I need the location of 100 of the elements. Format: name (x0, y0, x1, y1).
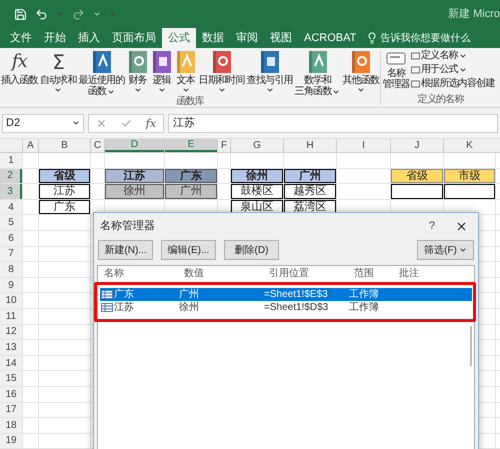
caret-icon (56, 10, 64, 18)
dialog-title: 名称管理器 (100, 218, 155, 234)
scope-cell-text: 工作簿 (349, 288, 380, 302)
value-cell-text: 广州 (179, 288, 200, 302)
list-column-header[interactable]: 数值 (184, 268, 204, 278)
ribbon-button[interactable]: fx 插入函数 (0, 48, 39, 86)
ribbon-button[interactable]: 最近使用的 函数 (78, 48, 126, 97)
save-icon[interactable] (14, 8, 27, 20)
row-header[interactable]: 2 (0, 168, 22, 184)
row-header[interactable]: 6 (0, 230, 22, 246)
row-header[interactable]: 8 (0, 262, 22, 277)
column-header[interactable]: B (39, 139, 90, 152)
formula-field[interactable]: 江苏 (168, 114, 498, 132)
table-cell: 广东 (165, 168, 217, 184)
function-icon: fx (10, 51, 30, 73)
name-box[interactable]: D2 (2, 114, 84, 132)
table-cell: 市级 (444, 168, 495, 184)
column-header[interactable]: D (105, 139, 164, 152)
help-button[interactable]: ? (428, 218, 435, 234)
row-header[interactable]: 10 (0, 293, 22, 308)
dialog-button[interactable]: 新建(N)... (98, 240, 153, 260)
table-cell: 广州 (284, 168, 336, 184)
group-label: 函数库 (176, 94, 204, 109)
ribbon-button[interactable]: Σ 自动求和 (38, 48, 78, 94)
row-header[interactable]: 14 (0, 356, 22, 370)
column-header[interactable]: K (444, 139, 495, 152)
ribbon-menu-button[interactable]: 根据所选内容创建 (410, 78, 495, 90)
ribbon-button[interactable]: 日期和时间 (198, 48, 246, 94)
ribbon-menu-button[interactable]: 定义名称 (410, 50, 495, 62)
list-column-header[interactable]: 批注 (399, 268, 419, 278)
column-header[interactable]: A (23, 139, 38, 152)
column-header[interactable]: E (165, 139, 217, 152)
name-manager-button[interactable]: 名称 管理器 (381, 48, 411, 90)
row-header[interactable]: 3 (0, 184, 22, 199)
insert-function-icon[interactable]: fx (146, 116, 156, 130)
table-cell: 广州 (165, 184, 217, 199)
cancel-icon[interactable] (96, 118, 107, 128)
list-column-header[interactable]: 范围 (354, 268, 374, 278)
row-header[interactable]: 16 (0, 386, 22, 402)
row-header[interactable]: 9 (0, 278, 22, 292)
enter-icon[interactable] (120, 118, 132, 128)
ribbon-tab[interactable]: 插入 (72, 28, 106, 48)
column-header[interactable]: G (231, 139, 283, 152)
column-header[interactable]: C (91, 139, 104, 152)
ribbon-button[interactable]: 其他函数 (341, 48, 380, 94)
column-header[interactable]: H (284, 139, 336, 152)
dialog-button[interactable]: 删除(D) (224, 240, 279, 260)
ribbon-tab[interactable]: 开始 (38, 28, 72, 48)
name-row[interactable]: 广东 广州 =Sheet1!$E$3 工作簿 (100, 288, 472, 301)
name-row[interactable]: 江苏 徐州 =Sheet1!$D$3 工作簿 (100, 301, 472, 314)
ribbon-button[interactable]: 文本 (174, 48, 198, 94)
undo-icon[interactable] (35, 8, 48, 20)
row-header[interactable]: 4 (0, 200, 22, 214)
dialog-button[interactable]: 编辑(E)... (161, 240, 216, 260)
ribbon-tab[interactable]: 公式 (162, 28, 196, 48)
reference-cell-text: =Sheet1!$E$3 (264, 288, 329, 302)
scrollbar[interactable] (470, 326, 472, 366)
row-header[interactable]: 13 (0, 340, 22, 355)
row-header[interactable]: 18 (0, 418, 22, 433)
table-cell: 广东 (39, 200, 90, 214)
table-cell: 徐州 (105, 184, 164, 199)
table-cell: 江苏 (105, 168, 164, 184)
tell-me-field[interactable]: 告诉我你想要做什么 (380, 30, 470, 46)
row-header[interactable]: 7 (0, 246, 22, 262)
close-icon[interactable] (455, 220, 468, 232)
group-label: 定义的名称 (418, 92, 464, 107)
ribbon-tab[interactable]: 数据 (196, 28, 230, 48)
ribbon-tab[interactable]: 文件 (4, 28, 38, 48)
redo-icon[interactable] (72, 8, 85, 20)
ribbon-tab[interactable]: ACROBAT (298, 28, 362, 48)
row-header[interactable]: 17 (0, 402, 22, 418)
table-icon (101, 303, 113, 312)
row-header[interactable]: 19 (0, 434, 22, 448)
column-header[interactable]: F (218, 139, 230, 152)
ribbon-button[interactable]: 财务 (126, 48, 150, 94)
list-column-header[interactable]: 引用位置 (269, 268, 309, 278)
ribbon-tab[interactable]: 审阅 (230, 28, 264, 48)
table-cell: 江苏 (39, 184, 90, 199)
row-header[interactable]: 11 (0, 308, 22, 324)
lightbulb-icon (366, 32, 378, 44)
table-cell: 鼓楼区 (231, 184, 283, 199)
row-header[interactable]: 12 (0, 324, 22, 340)
ribbon-button[interactable]: 逻辑 (150, 48, 174, 94)
name-cell-text: 江苏 (114, 300, 135, 315)
list-column-header[interactable]: 名称 (104, 268, 124, 278)
ribbon-tab[interactable]: 视图 (264, 28, 298, 48)
ribbon-button[interactable]: 查找与引用 (246, 48, 294, 94)
sum-icon: Σ (52, 50, 64, 74)
ribbon-button[interactable]: 数学和 三角函数 (294, 48, 342, 97)
row-header[interactable]: 5 (0, 215, 22, 230)
column-header[interactable]: J (391, 139, 443, 152)
table-cell: 徐州 (231, 168, 283, 184)
name-cell-text: 广东 (114, 288, 135, 302)
ribbon-tab[interactable]: 页面布局 (106, 28, 162, 48)
ribbon-menu-button[interactable]: 用于公式 (410, 64, 495, 76)
row-header[interactable]: 1 (0, 153, 22, 168)
row-header[interactable]: 15 (0, 371, 22, 386)
column-header[interactable]: I (337, 139, 390, 152)
table-cell: 越秀区 (284, 184, 336, 199)
filter-button[interactable]: 筛选(F) (417, 240, 474, 260)
